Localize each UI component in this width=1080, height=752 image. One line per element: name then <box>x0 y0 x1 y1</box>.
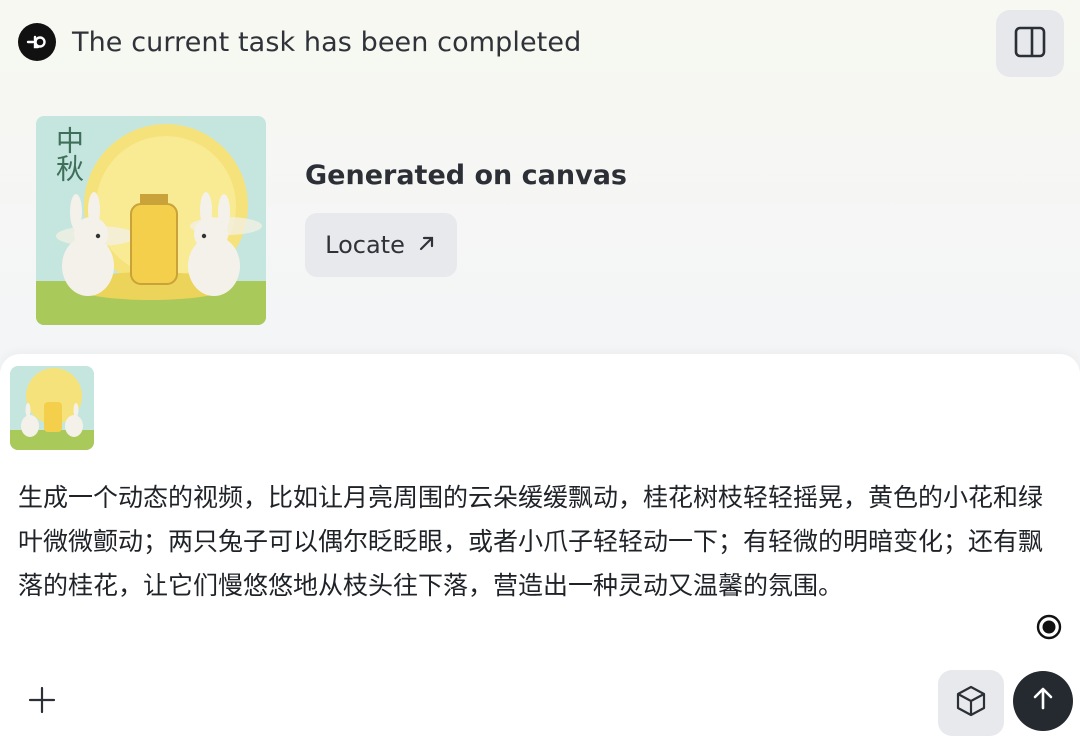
generated-image-thumbnail[interactable]: 中秋 <box>36 116 266 325</box>
attached-image-thumbnail[interactable] <box>10 366 94 450</box>
sidebar-panel-icon <box>1013 25 1047 63</box>
arrow-up-right-icon <box>417 231 437 259</box>
status-text: The current task has been completed <box>72 26 582 58</box>
add-attachment-button[interactable] <box>24 684 60 720</box>
canvas-info: Generated on canvas Locate <box>305 160 627 277</box>
toggle-panel-button[interactable] <box>996 10 1064 77</box>
locate-button[interactable]: Locate <box>305 213 457 277</box>
record-icon[interactable] <box>1036 614 1062 640</box>
thumbnail-title: 中秋 <box>52 126 85 182</box>
message-composer: 生成一个动态的视频，比如让月亮周围的云朵缓缓飘动，桂花树枝轻轻摇晃，黄色的小花和… <box>0 354 1080 752</box>
prompt-input[interactable]: 生成一个动态的视频，比如让月亮周围的云朵缓缓飘动，桂花树枝轻轻摇晃，黄色的小花和… <box>18 476 1058 608</box>
send-button[interactable] <box>1013 671 1073 731</box>
locate-label: Locate <box>325 231 405 259</box>
model-button[interactable] <box>938 670 1004 736</box>
cube-icon <box>954 684 988 722</box>
canvas-title: Generated on canvas <box>305 160 627 191</box>
arrow-up-icon <box>1030 686 1056 716</box>
task-status: The current task has been completed <box>18 22 581 62</box>
loop-logo-icon <box>18 23 56 61</box>
plus-icon <box>28 686 56 718</box>
